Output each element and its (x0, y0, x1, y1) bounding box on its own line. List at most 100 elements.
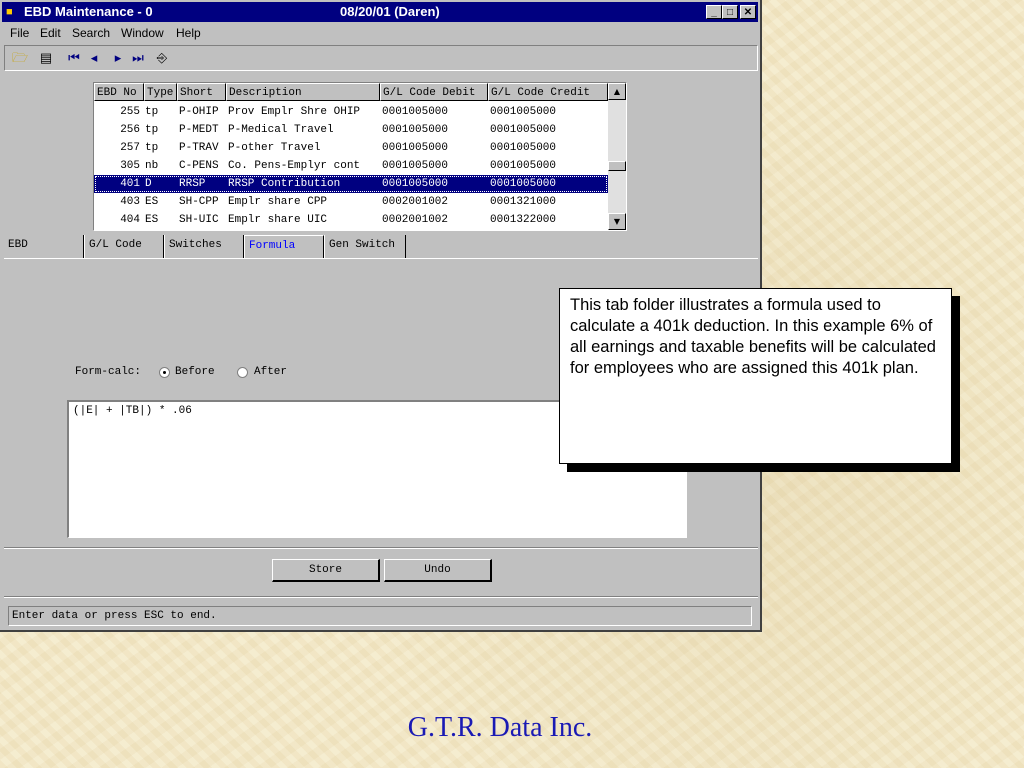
cell-type: D (145, 178, 152, 190)
cell-description: Emplr share UIC (228, 214, 328, 226)
scroll-up-icon[interactable]: ▲ (608, 83, 626, 100)
menu-search[interactable]: Search (72, 26, 110, 40)
store-button[interactable]: Store (272, 559, 380, 582)
company-footer: G.T.R. Data Inc. (407, 712, 593, 743)
toolbar: 🗁 ▤ ⏮ ◂ ▸ ⏭ ⎆ (4, 45, 758, 71)
tab-switches[interactable]: Switches (164, 235, 244, 258)
callout-note: This tab folder illustrates a formula us… (559, 288, 952, 464)
tab-gl-code[interactable]: G/L Code (84, 235, 164, 258)
cell-description: Emplr share CPP (228, 196, 328, 208)
previous-record-icon[interactable]: ◂ (85, 50, 103, 66)
cell-ebd-no: 257 (120, 142, 140, 154)
cell-ebd-no: 401 (120, 178, 140, 190)
cell-gl-credit: 0001005000 (490, 124, 557, 136)
cell-short: SH-UIC (179, 214, 219, 226)
cell-gl-credit: 0001005000 (490, 178, 557, 190)
form-calc-label: Form-calc: (75, 366, 142, 378)
table-row[interactable]: 256 tp P-MEDT P-Medical Travel 000100500… (94, 121, 608, 139)
after-label[interactable]: After (254, 366, 287, 378)
window-title-date: 08/20/01 (Daren) (340, 4, 440, 19)
cell-gl-credit: 0001005000 (490, 160, 557, 172)
cell-ebd-no: 305 (120, 160, 140, 172)
tab-divider (4, 258, 758, 259)
close-button[interactable]: ✕ (740, 5, 756, 19)
column-header-gl-debit[interactable]: G/L Code Debit (380, 83, 488, 101)
scroll-down-icon[interactable]: ▼ (608, 213, 626, 230)
cell-type: tp (145, 106, 159, 118)
app-icon: ■ (6, 6, 13, 18)
cell-ebd-no: 255 (120, 106, 140, 118)
cell-description: Prov Emplr Shre OHIP (228, 106, 361, 118)
minimize-button[interactable]: _ (706, 5, 722, 19)
cell-gl-credit: 0001322000 (490, 214, 557, 226)
cell-short: C-PENS (179, 160, 219, 172)
grid-scrollbar[interactable]: ▲ ▼ (608, 83, 626, 230)
menu-edit[interactable]: Edit (40, 26, 61, 40)
menu-window[interactable]: Window (121, 26, 164, 40)
table-row-selected[interactable]: 401 D RRSP RRSP Contribution 0001005000 … (94, 175, 608, 193)
cell-gl-debit: 0002001002 (382, 214, 449, 226)
table-row[interactable]: 257 tp P-TRAV P-other Travel 0001005000 … (94, 139, 608, 157)
divider (4, 597, 758, 598)
cell-short: RRSP (179, 178, 206, 190)
menu-file[interactable]: File (10, 26, 29, 40)
scroll-thumb[interactable] (608, 161, 626, 171)
cell-description: RRSP Contribution (228, 178, 341, 190)
before-label[interactable]: Before (175, 366, 215, 378)
cell-gl-credit: 0001005000 (490, 106, 557, 118)
cell-gl-debit: 0001005000 (382, 160, 449, 172)
tab-strip: EBD G/L Code Switches Formula Gen Switch (4, 235, 758, 259)
after-radio[interactable] (237, 367, 248, 378)
cell-type: ES (145, 214, 159, 226)
last-record-icon[interactable]: ⏭ (129, 50, 147, 66)
exit-door-icon[interactable]: ⎆ (153, 50, 171, 66)
menu-help[interactable]: Help (176, 26, 201, 40)
cell-description: P-Medical Travel (228, 124, 334, 136)
table-row[interactable]: 403 ES SH-CPP Emplr share CPP 0002001002… (94, 193, 608, 211)
cell-type: nb (145, 160, 159, 172)
cell-ebd-no: 403 (120, 196, 140, 208)
cell-gl-debit: 0001005000 (382, 142, 449, 154)
cell-short: P-TRAV (179, 142, 219, 154)
cell-gl-credit: 0001005000 (490, 142, 557, 154)
column-header-gl-credit[interactable]: G/L Code Credit (488, 83, 608, 101)
cell-gl-debit: 0002001002 (382, 196, 449, 208)
maximize-button[interactable]: □ (722, 5, 738, 19)
cell-short: P-MEDT (179, 124, 219, 136)
open-folder-icon[interactable]: 🗁 (11, 50, 29, 66)
cell-gl-debit: 0001005000 (382, 106, 449, 118)
cell-type: tp (145, 124, 159, 136)
cell-short: P-OHIP (179, 106, 219, 118)
column-header-description[interactable]: Description (226, 83, 380, 101)
cell-type: ES (145, 196, 159, 208)
cell-description: P-other Travel (228, 142, 321, 154)
status-bar: Enter data or press ESC to end. (8, 606, 752, 626)
tab-gen-switch[interactable]: Gen Switch (324, 235, 406, 258)
cell-gl-debit: 0001005000 (382, 124, 449, 136)
tab-formula[interactable]: Formula (244, 235, 324, 258)
cell-short: SH-CPP (179, 196, 219, 208)
table-row[interactable]: 404 ES SH-UIC Emplr share UIC 0002001002… (94, 211, 608, 229)
grid-header: EBD No Type Short Description G/L Code D… (94, 83, 608, 101)
undo-button[interactable]: Undo (384, 559, 492, 582)
title-bar[interactable]: ■ EBD Maintenance - 0 08/20/01 (Daren) _… (2, 2, 758, 22)
cell-gl-debit: 0001005000 (382, 178, 449, 190)
column-header-type[interactable]: Type (144, 83, 177, 101)
ebd-grid[interactable]: EBD No Type Short Description G/L Code D… (93, 82, 627, 231)
divider (4, 548, 758, 549)
column-header-ebd-no[interactable]: EBD No (94, 83, 144, 101)
print-icon[interactable]: ▤ (37, 50, 55, 66)
next-record-icon[interactable]: ▸ (109, 50, 127, 66)
table-row[interactable]: 255 tp P-OHIP Prov Emplr Shre OHIP 00010… (94, 103, 608, 121)
table-row[interactable]: 305 nb C-PENS Co. Pens-Emplyr cont 00010… (94, 157, 608, 175)
tab-ebd[interactable]: EBD (4, 235, 84, 258)
cell-type: tp (145, 142, 159, 154)
first-record-icon[interactable]: ⏮ (65, 50, 83, 66)
cell-ebd-no: 256 (120, 124, 140, 136)
cell-description: Co. Pens-Emplyr cont (228, 160, 361, 172)
cell-ebd-no: 404 (120, 214, 140, 226)
before-radio[interactable] (159, 367, 170, 378)
column-header-short[interactable]: Short (177, 83, 226, 101)
cell-gl-credit: 0001321000 (490, 196, 557, 208)
window-title: EBD Maintenance - 0 (24, 4, 153, 19)
